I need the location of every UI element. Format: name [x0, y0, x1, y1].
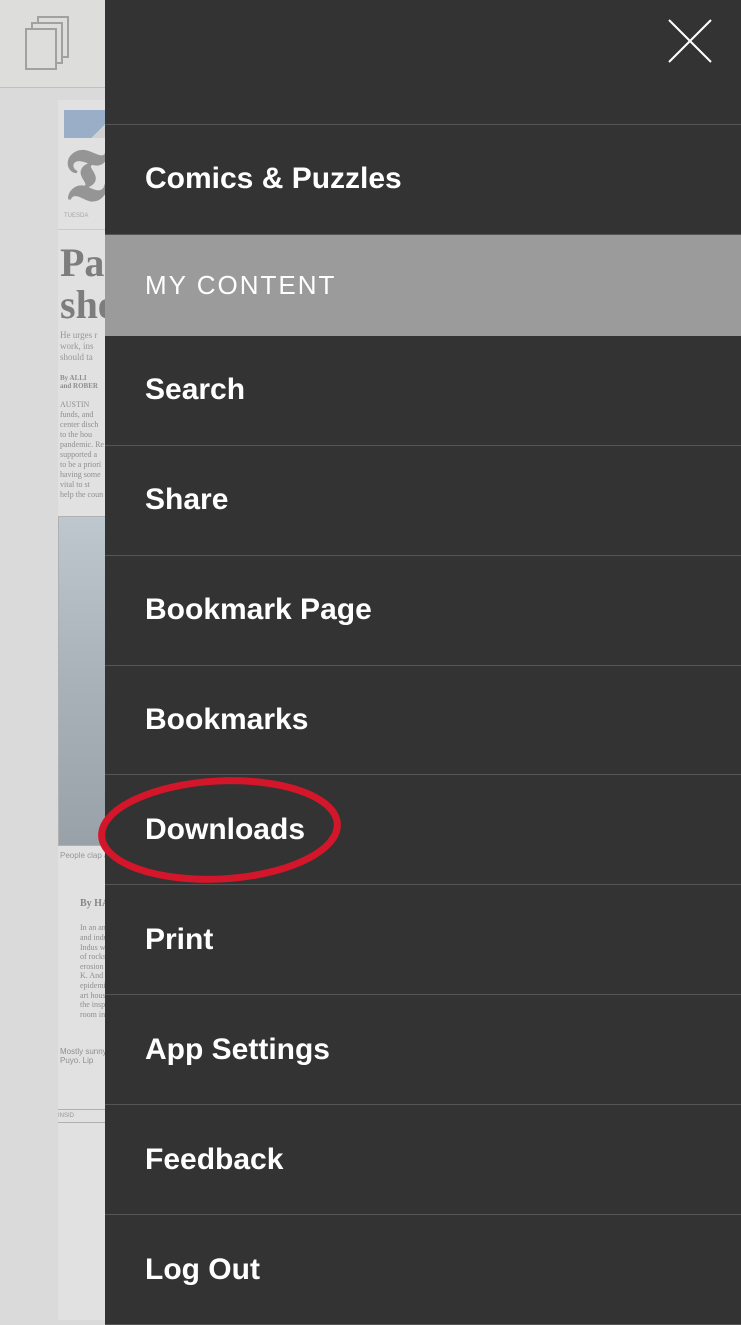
menu-section-my-content: MY CONTENT: [105, 235, 741, 336]
menu-item-label: Search: [145, 373, 245, 407]
menu-item-feedback[interactable]: Feedback: [105, 1105, 741, 1215]
menu-item-print[interactable]: Print: [105, 885, 741, 995]
menu-item-label: Print: [145, 923, 213, 957]
menu-item-search[interactable]: Search: [105, 336, 741, 446]
menu-item-label: App Settings: [145, 1033, 330, 1067]
menu-item-downloads[interactable]: Downloads: [105, 775, 741, 885]
menu-item-label: Bookmark Page: [145, 593, 372, 627]
menu-item-label: Log Out: [145, 1253, 260, 1287]
menu-item-bookmark-page[interactable]: Bookmark Page: [105, 556, 741, 666]
menu-item-share[interactable]: Share: [105, 446, 741, 556]
close-icon[interactable]: [665, 16, 715, 71]
menu-item-label: Share: [145, 483, 228, 517]
side-drawer: Comics & Puzzles MY CONTENT Search Share…: [105, 0, 741, 1325]
menu-item-label: Comics & Puzzles: [145, 162, 402, 196]
menu-item-app-settings[interactable]: App Settings: [105, 995, 741, 1105]
menu-item-bookmarks[interactable]: Bookmarks: [105, 666, 741, 776]
menu-section-label: MY CONTENT: [145, 270, 336, 301]
drawer-header: [105, 0, 741, 125]
menu-item-label: Feedback: [145, 1143, 283, 1177]
menu-item-log-out[interactable]: Log Out: [105, 1215, 741, 1325]
menu-item-comics-puzzles[interactable]: Comics & Puzzles: [105, 125, 741, 235]
menu-item-label: Bookmarks: [145, 703, 308, 737]
menu-item-label: Downloads: [145, 813, 305, 847]
